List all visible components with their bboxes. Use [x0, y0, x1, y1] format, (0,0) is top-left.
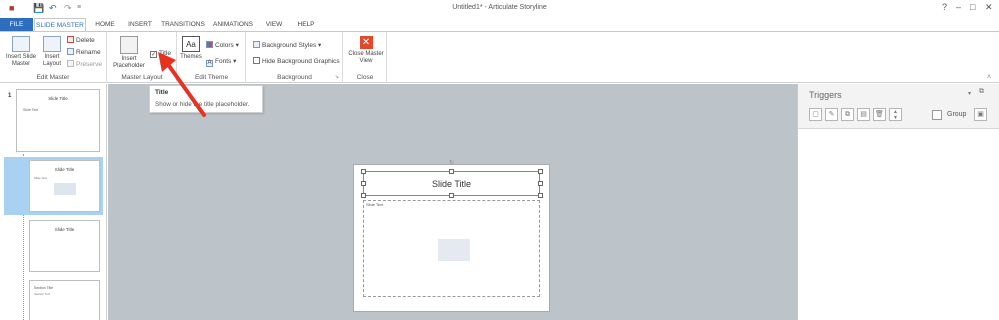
move-trigger-icon[interactable]: ▲ ▼ [889, 108, 902, 121]
resize-handle[interactable] [538, 181, 543, 186]
rename-icon [67, 48, 74, 55]
group-label-edit-master: Edit Master [36, 74, 70, 81]
slide-master-icon [12, 36, 30, 52]
background-dialog-launcher-icon[interactable]: ↘ [335, 74, 339, 80]
ribbon-tabs: FILE SLIDE MASTER HOME INSERT TRANSITION… [0, 18, 999, 31]
annotation-arrow-icon [158, 52, 206, 117]
panel-float-icon[interactable]: ⧉ [979, 88, 984, 96]
colors-button[interactable]: Colors ▾ [206, 41, 239, 50]
tab-insert[interactable]: INSERT [125, 18, 155, 31]
group-edit-master: Insert Slide Master Insert Layout Delete… [0, 32, 107, 83]
tab-transitions[interactable]: TRANSITIONS [159, 18, 207, 31]
collapse-ribbon-icon[interactable]: ˄ [987, 74, 991, 81]
resize-handle[interactable] [361, 193, 366, 198]
preserve-button[interactable]: Preserve [67, 60, 102, 69]
resize-handle[interactable] [449, 193, 454, 198]
resize-handle[interactable] [538, 193, 543, 198]
new-trigger-icon[interactable]: ▢ [809, 108, 822, 121]
fonts-button[interactable]: A Fonts ▾ [206, 57, 236, 67]
minimize-icon[interactable]: – [956, 2, 961, 12]
tab-file[interactable]: FILE [0, 18, 33, 31]
slide-title-text: Slide Title [431, 179, 472, 189]
rename-button[interactable]: Rename [67, 48, 101, 57]
edit-trigger-icon[interactable]: ✎ [825, 108, 838, 121]
trigger-settings-icon[interactable]: ▣ [974, 108, 987, 121]
title-bar: ■ 💾 ↶ ↷ ≡ Untitled1* - Articulate Storyl… [0, 0, 999, 18]
thumbnail-layout-1[interactable]: Slide Title Slide Text [29, 160, 100, 212]
triggers-panel: Triggers ▾ ⧉ ▢ ✎ ⧉ ▤ 🗑 ▲ ▼ Group ▣ [797, 84, 999, 320]
group-label-close: Close [356, 74, 374, 81]
group-checkbox[interactable] [932, 110, 942, 120]
group-label: Group [947, 111, 967, 118]
insert-placeholder-button[interactable]: Insert Placeholder [110, 36, 148, 70]
close-window-icon[interactable]: ✕ [985, 2, 993, 13]
background-styles-button[interactable]: Background Styles ▾ [253, 41, 321, 50]
thumbnail-layout-3[interactable]: Section Title Section Text [29, 280, 100, 320]
colors-icon [206, 41, 213, 48]
thumbnail-slide-master[interactable]: Slide Title Slide Text [16, 89, 100, 152]
maximize-icon[interactable]: □ [970, 2, 975, 12]
hide-background-graphics-checkbox[interactable]: Hide Background Graphics [253, 57, 340, 66]
close-master-icon: ✕ [359, 36, 373, 49]
tab-slide-master[interactable]: SLIDE MASTER [34, 18, 86, 31]
resize-handle[interactable] [449, 169, 454, 174]
slide-text-label: Slide Text [366, 202, 384, 207]
hide-background-graphics-box[interactable] [253, 57, 260, 64]
resize-handle[interactable] [538, 169, 543, 174]
window-title: Untitled1* - Articulate Storyline [452, 4, 547, 11]
rotate-handle-icon[interactable]: ↻ [449, 159, 454, 166]
resize-handle[interactable] [361, 169, 366, 174]
background-styles-icon [253, 41, 260, 48]
tab-help[interactable]: HELP [294, 18, 318, 31]
copy-trigger-icon[interactable]: ⧉ [841, 108, 854, 121]
insert-layout-button[interactable]: Insert Layout [40, 36, 64, 68]
master-number: 1 [8, 93, 12, 99]
delete-icon [67, 36, 74, 43]
tab-animations[interactable]: ANIMATIONS [211, 18, 255, 31]
insert-slide-master-button[interactable]: Insert Slide Master [4, 36, 38, 68]
tab-view[interactable]: VIEW [262, 18, 286, 31]
paste-trigger-icon[interactable]: ▤ [857, 108, 870, 121]
placeholder-icon [120, 36, 138, 54]
triggers-title: Triggers [809, 90, 842, 100]
close-master-view-button[interactable]: ✕ Close Master View [346, 36, 386, 65]
insert-content-icons[interactable] [438, 239, 470, 261]
preserve-icon [67, 60, 74, 67]
delete-trigger-icon[interactable]: 🗑 [873, 108, 886, 121]
delete-button[interactable]: Delete [67, 36, 95, 45]
help-icon[interactable]: ? [942, 2, 947, 12]
group-close: ✕ Close Master View Close [344, 32, 387, 83]
slide-canvas: Slide Title ↻ Slide Text [353, 160, 550, 312]
slide-text-placeholder[interactable]: Slide Text [363, 200, 540, 297]
placeholder-icons [54, 183, 76, 195]
triggers-header: Triggers ▾ ⧉ ▢ ✎ ⧉ ▤ 🗑 ▲ ▼ Group ▣ [798, 84, 999, 129]
tab-home[interactable]: HOME [90, 18, 120, 31]
thumbnail-layout-2[interactable]: Slide Title [29, 220, 100, 272]
resize-handle[interactable] [361, 181, 366, 186]
group-label-background: Background [277, 74, 312, 81]
slide-thumbnail-pane: 1 Slide Title Slide Text Slide Title Sli… [0, 84, 107, 320]
layout-icon [43, 36, 61, 52]
group-background: Background Styles ▾ Hide Background Grap… [247, 32, 343, 83]
panel-menu-icon[interactable]: ▾ [968, 90, 971, 97]
